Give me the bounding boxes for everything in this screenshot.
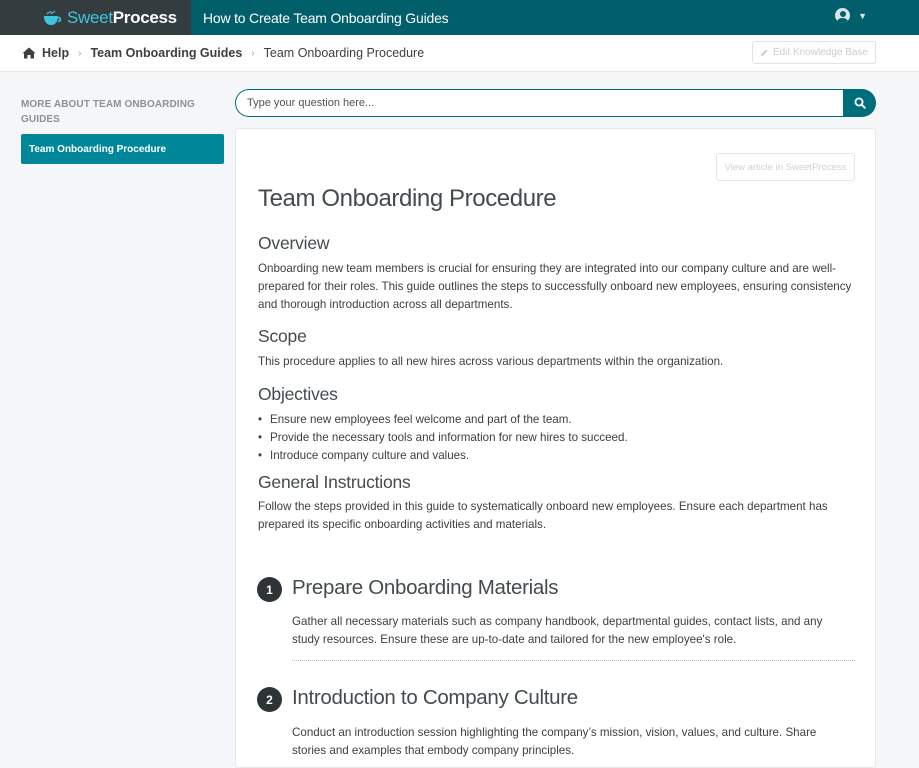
step-number-badge: 1 — [257, 577, 282, 602]
general-instructions-heading: General Instructions — [258, 472, 411, 492]
edit-knowledge-base-label: Edit Knowledge Base — [772, 47, 869, 58]
search-input[interactable] — [235, 89, 847, 117]
user-avatar-icon — [835, 8, 851, 23]
overview-text: Onboarding new team members is crucial f… — [258, 262, 852, 311]
logo[interactable]: Sweet Process — [0, 0, 191, 35]
top-bar: Sweet Process How to Create Team Onboardi… — [0, 0, 919, 35]
list-item: Ensure new employees feel welcome and pa… — [258, 411, 850, 429]
search-button[interactable] — [843, 89, 876, 117]
step-text: Conduct an introduction session highligh… — [292, 726, 817, 757]
step-number-badge: 2 — [257, 687, 282, 712]
logo-text-process: Process — [112, 7, 177, 27]
sidebar-item-team-onboarding-procedure[interactable]: Team Onboarding Procedure — [21, 134, 224, 164]
scope-heading: Scope — [258, 326, 307, 346]
edit-knowledge-base-button[interactable]: Edit Knowledge Base — [752, 41, 876, 64]
home-icon — [22, 47, 36, 59]
objectives-heading: Objectives — [258, 384, 338, 404]
article-card: View article in SweetProcess Team Onboar… — [235, 128, 876, 768]
scope-text: This procedure applies to all new hires … — [258, 355, 724, 368]
breadcrumb-separator-icon: › — [78, 47, 82, 59]
search-bar — [235, 89, 876, 117]
list-item: Introduce company culture and values. — [258, 447, 850, 465]
breadcrumb: Help › Team Onboarding Guides › Team Onb… — [0, 35, 919, 72]
page-header-title: How to Create Team Onboarding Guides — [203, 9, 449, 26]
general-instructions-text: Follow the steps provided in this guide … — [258, 500, 828, 531]
pencil-icon — [760, 49, 768, 56]
search-icon — [854, 97, 866, 109]
sidebar-heading: MORE ABOUT TEAM ONBOARDING GUIDES — [21, 99, 195, 125]
breadcrumb-help[interactable]: Help — [42, 46, 69, 60]
step-divider — [292, 660, 855, 661]
step-text: Gather all necessary materials such as c… — [292, 615, 823, 646]
logo-cup-icon — [44, 10, 62, 25]
breadcrumb-separator-icon: › — [251, 47, 255, 59]
chevron-down-icon: ▼ — [858, 10, 867, 21]
overview-heading: Overview — [258, 233, 330, 253]
logo-text-sweet: Sweet — [67, 7, 113, 27]
breadcrumb-team-onboarding-guides[interactable]: Team Onboarding Guides — [90, 46, 242, 60]
list-item: Provide the necessary tools and informat… — [258, 429, 850, 447]
step-title: Introduction to Company Culture — [292, 686, 578, 709]
step-title: Prepare Onboarding Materials — [292, 576, 559, 599]
article-title: Team Onboarding Procedure — [258, 185, 557, 212]
breadcrumb-current: Team Onboarding Procedure — [263, 46, 425, 60]
user-menu[interactable]: ▼ — [835, 8, 867, 23]
view-in-sweetprocess-button[interactable]: View article in SweetProcess — [716, 153, 855, 181]
objectives-list: Ensure new employees feel welcome and pa… — [258, 411, 850, 465]
